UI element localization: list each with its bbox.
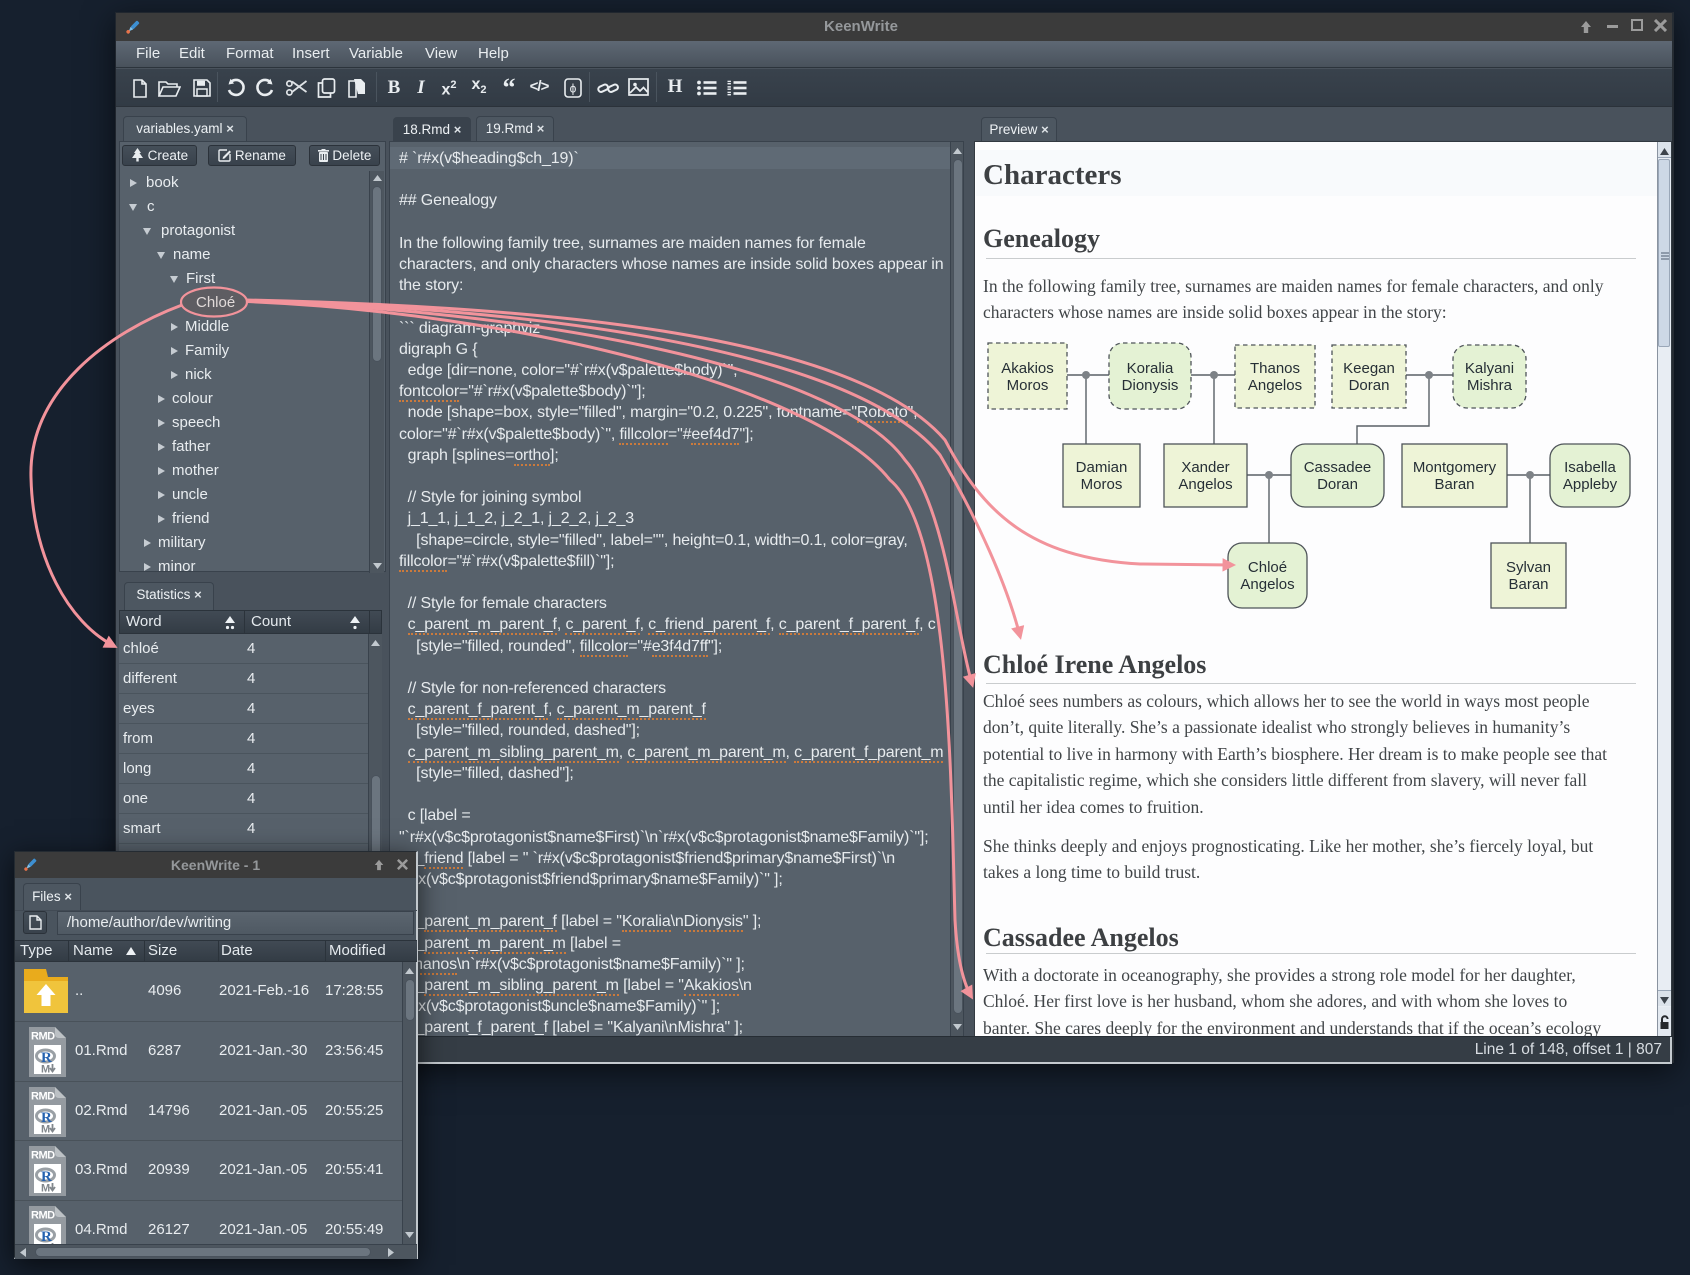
svg-text:Mishra: Mishra: [1467, 377, 1513, 394]
svg-text:Xander: Xander: [1181, 459, 1229, 476]
svg-text:Sylvan: Sylvan: [1506, 559, 1551, 576]
svg-text:Dionysis: Dionysis: [1122, 377, 1179, 394]
svg-text:RMD: RMD: [31, 1150, 55, 1162]
svg-text:RMD: RMD: [31, 1091, 55, 1103]
svg-text:Angelos: Angelos: [1240, 576, 1294, 593]
svg-text:Cassadee: Cassadee: [1304, 459, 1372, 476]
svg-text:Thanos: Thanos: [1250, 360, 1300, 377]
svg-text:Montgomery: Montgomery: [1413, 459, 1497, 476]
svg-text:Koralia: Koralia: [1127, 360, 1174, 377]
svg-text:RMD: RMD: [31, 1031, 55, 1043]
svg-text:Chloé: Chloé: [1248, 559, 1287, 576]
svg-text:M: M: [41, 1183, 50, 1195]
svg-text:RMD: RMD: [31, 1210, 55, 1222]
svg-text:Keegan: Keegan: [1343, 360, 1395, 377]
svg-text:Doran: Doran: [1349, 377, 1390, 394]
svg-text:ϕ: ϕ: [570, 82, 577, 96]
svg-text:M: M: [41, 1124, 50, 1136]
svg-text:Baran: Baran: [1434, 476, 1474, 493]
svg-text:Akakios: Akakios: [1001, 360, 1054, 377]
svg-text:Appleby: Appleby: [1563, 476, 1618, 493]
svg-text:Angelos: Angelos: [1248, 377, 1302, 394]
svg-text:Baran: Baran: [1508, 576, 1548, 593]
svg-text:Damian: Damian: [1076, 459, 1128, 476]
svg-text:Moros: Moros: [1081, 476, 1123, 493]
svg-text:Moros: Moros: [1007, 377, 1049, 394]
svg-text:M: M: [41, 1064, 50, 1076]
svg-text:Isabella: Isabella: [1564, 459, 1616, 476]
svg-text:Doran: Doran: [1317, 476, 1358, 493]
svg-text:Angelos: Angelos: [1178, 476, 1232, 493]
svg-text:Kalyani: Kalyani: [1465, 360, 1514, 377]
